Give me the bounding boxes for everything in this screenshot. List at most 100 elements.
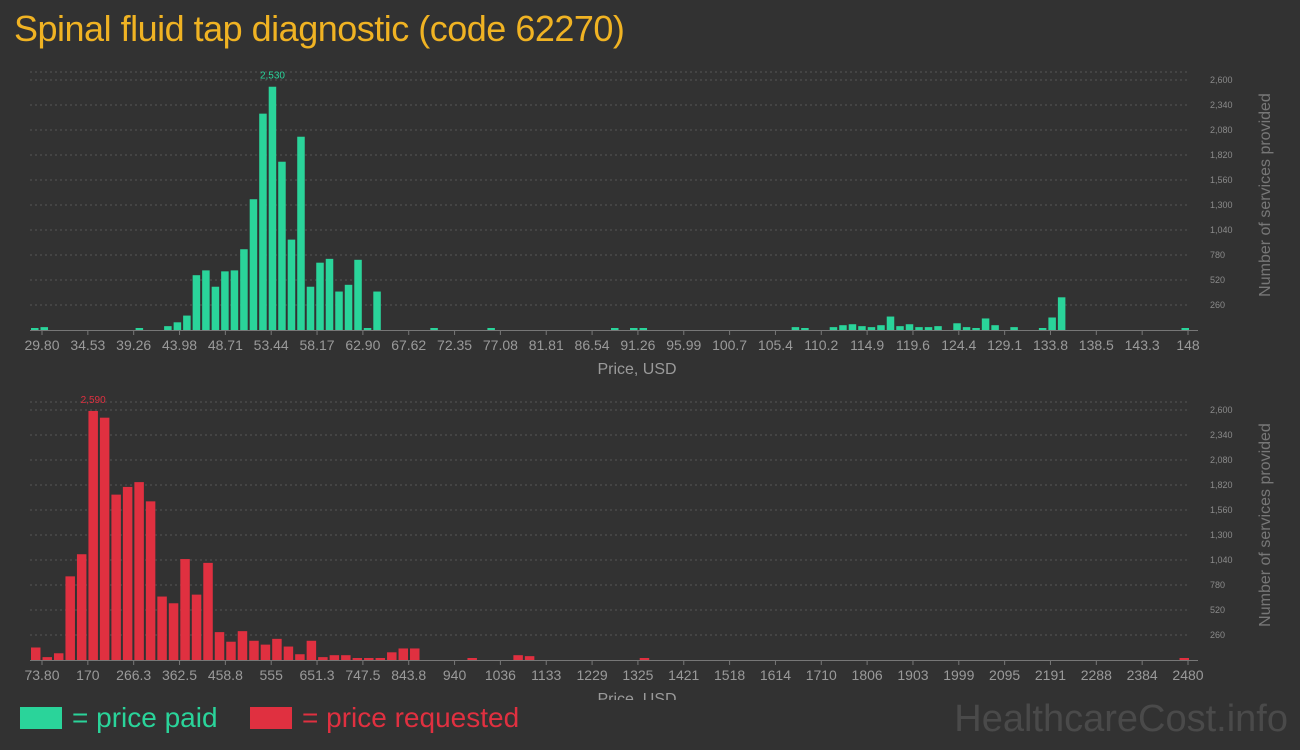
requested-y-tick: 1,560: [1210, 505, 1233, 515]
paid-bar: [877, 325, 885, 330]
requested-bar: [1179, 658, 1189, 660]
paid-bar: [953, 323, 961, 330]
paid-bar: [611, 328, 619, 330]
paid-bar: [306, 286, 315, 330]
legend-paid-swatch: [20, 707, 62, 729]
paid-x-tick: 114.9: [850, 337, 884, 353]
paid-bar: [297, 136, 305, 330]
paid-x-tick: 133.8: [1033, 337, 1068, 353]
paid-x-tick: 95.99: [666, 337, 701, 353]
requested-x-tick: 73.80: [24, 667, 59, 683]
paid-bar: [858, 326, 866, 330]
requested-bar: [134, 482, 144, 660]
paid-y-tick: 1,300: [1210, 200, 1233, 210]
requested-bar: [88, 410, 98, 660]
requested-bar: [99, 417, 110, 660]
legend-paid-label: = price paid: [72, 702, 218, 733]
requested-x-tick: 458.8: [208, 667, 243, 683]
paid-bar: [164, 326, 172, 330]
paid-bar: [287, 239, 296, 330]
paid-x-tick: 48.71: [208, 337, 243, 353]
paid-x-axis-label: Price, USD: [597, 361, 676, 378]
paid-bar: [1010, 327, 1018, 330]
requested-bar: [398, 648, 409, 660]
requested-bar: [157, 596, 167, 660]
paid-x-tick: 105.4: [758, 337, 793, 353]
requested-bar: [191, 594, 202, 660]
paid-y-tick: 1,560: [1210, 175, 1233, 185]
paid-x-tick: 39.26: [116, 337, 151, 353]
requested-x-tick: 940: [443, 667, 467, 683]
paid-bar: [430, 328, 438, 330]
paid-peak-label: 2,530: [260, 71, 285, 82]
paid-x-tick: 34.53: [70, 337, 105, 353]
paid-bar: [135, 328, 144, 330]
requested-bar: [639, 658, 650, 660]
requested-y-tick: 780: [1210, 580, 1225, 590]
requested-bar: [341, 655, 351, 660]
requested-x-tick: 747.5: [345, 667, 380, 683]
paid-bar: [230, 270, 239, 330]
requested-bar: [260, 644, 271, 660]
paid-bar: [991, 325, 999, 330]
paid-bar: [240, 249, 248, 330]
paid-bar: [848, 324, 857, 330]
requested-peak-label: 2,590: [81, 395, 106, 406]
requested-x-axis-label: Price, USD: [597, 691, 676, 700]
requested-y-tick: 1,820: [1210, 480, 1233, 490]
requested-x-tick: 1325: [622, 667, 653, 683]
requested-bar: [467, 658, 477, 660]
legend-paid: = price paid: [20, 702, 218, 734]
requested-y-tick: 2,600: [1210, 405, 1233, 415]
requested-bar: [42, 657, 52, 660]
requested-y-tick: 1,300: [1210, 530, 1233, 540]
legend-requested-swatch: [250, 707, 292, 729]
requested-bar: [249, 640, 259, 660]
paid-bar: [972, 328, 980, 330]
paid-bar: [962, 327, 971, 330]
requested-bar: [352, 658, 363, 660]
requested-y-tick: 2,080: [1210, 455, 1233, 465]
paid-x-tick: 110.2: [804, 337, 838, 353]
paid-x-tick: 86.54: [575, 337, 610, 353]
paid-bar: [630, 328, 638, 330]
legend-requested: = price requested: [250, 702, 519, 734]
paid-bar: [363, 328, 372, 330]
paid-bar: [829, 327, 838, 330]
requested-bar: [31, 647, 41, 660]
paid-bar: [1048, 317, 1056, 330]
paid-y-tick: 1,040: [1210, 225, 1233, 235]
legend-requested-label: = price requested: [302, 702, 520, 733]
requested-bar: [295, 654, 305, 660]
paid-x-tick: 72.35: [437, 337, 472, 353]
requested-x-tick: 1518: [714, 667, 745, 683]
paid-bar: [1038, 328, 1047, 330]
requested-bar: [168, 603, 179, 660]
requested-bar: [410, 648, 420, 660]
requested-x-tick: 1036: [485, 667, 516, 683]
requested-bar: [180, 559, 190, 660]
paid-x-tick: 100.7: [712, 337, 747, 353]
paid-y-axis-label: Number of services provided: [1257, 93, 1274, 297]
price-requested-histogram: 260 520 780 1,040 1,300 1,560 1,820 2,080 2,340 2…: [24, 395, 1274, 700]
paid-x-tick: 91.26: [620, 337, 655, 353]
paid-bar: [373, 291, 381, 330]
price-paid-histogram: 260 520 780 1,040 1,300 1,560 1,820 2,080 2,340 2…: [24, 71, 1274, 378]
paid-bar: [886, 316, 895, 330]
requested-bar: [364, 658, 374, 660]
paid-x-tick: 43.98: [162, 337, 197, 353]
requested-x-tick: 362.5: [162, 667, 197, 683]
requested-bar: [214, 632, 225, 660]
requested-x-tick: 555: [260, 667, 284, 683]
requested-x-tick: 843.8: [391, 667, 426, 683]
paid-bar: [791, 327, 800, 330]
paid-bar: [173, 322, 182, 330]
paid-bar: [896, 326, 904, 330]
paid-bar: [354, 259, 362, 330]
requested-y-tick: 2,340: [1210, 430, 1233, 440]
watermark: HealthcareCost.info: [954, 698, 1288, 740]
paid-bar: [934, 326, 942, 330]
paid-bar: [40, 327, 49, 330]
requested-x-tick: 1133: [531, 667, 561, 683]
requested-bar: [53, 653, 64, 660]
